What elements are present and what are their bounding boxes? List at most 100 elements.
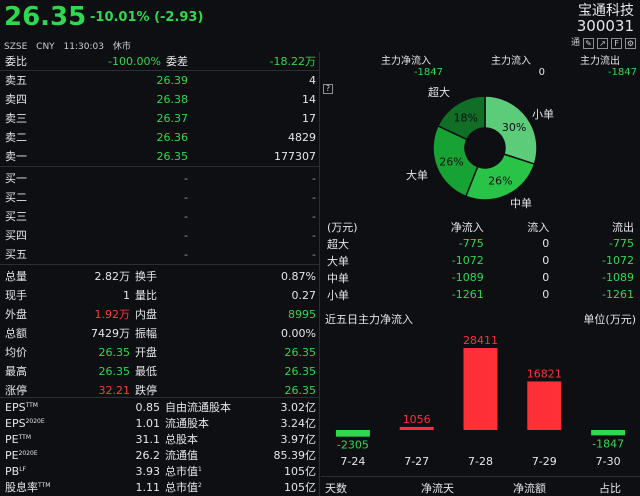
net-day-label: 净流天	[421, 482, 454, 495]
flow-cell: 大单	[327, 254, 349, 268]
flow-cell: -1261	[451, 288, 484, 301]
bid-price: -	[184, 248, 188, 261]
fundamental-value: 105亿	[284, 465, 316, 478]
flow-cell: 0	[542, 254, 550, 267]
bid-price: -	[184, 191, 188, 204]
help-icon[interactable]: ?	[323, 84, 333, 94]
bid-label: 买三	[5, 210, 27, 223]
bid-label: 买二	[5, 191, 27, 204]
fundamental-label: 自由流通股本	[165, 401, 231, 414]
f10-icon[interactable]: F	[611, 38, 622, 49]
ratio-label: 占比	[599, 482, 621, 495]
fundamental-value: 105亿	[284, 481, 316, 494]
fundamental-label: 总股本	[165, 433, 198, 446]
donut-pct-label: 18%	[453, 112, 477, 125]
fundamental-value: 31.1	[135, 433, 161, 446]
main-net-inflow-label: 主力净流入	[381, 56, 431, 67]
stat-value: 26.35	[284, 365, 317, 378]
bar-7-28	[463, 348, 498, 430]
stat-label: 量比	[135, 289, 157, 302]
ask-row[interactable]: 卖二 26.36 4829	[0, 128, 320, 147]
bar-category-label: 7-27	[404, 455, 429, 468]
stat-label: 最低	[135, 365, 157, 378]
bar-value-label: 28411	[463, 334, 498, 347]
donut-name-label: 超大	[428, 85, 450, 99]
flow-cell: 中单	[327, 271, 349, 285]
fundamental-row: PETTM 31.1 总股本 3.97亿	[0, 432, 320, 448]
bid-label: 买五	[5, 248, 27, 261]
donut-chart: 30% 小单 26% 中单 26% 大单 18%超大	[406, 85, 554, 210]
gear-icon[interactable]: ⚙	[625, 38, 636, 49]
stock-code: 300031	[576, 17, 634, 35]
stat-label: 总量	[5, 270, 27, 283]
ask-price: 26.37	[156, 112, 189, 125]
five-day-bar-chart: -2305 7-24 1056 7-27 28411 7-28 16821 7-29 -1847…	[335, 334, 626, 468]
stat-value: 32.21	[98, 384, 131, 397]
fundamental-sup: TTM	[25, 402, 38, 409]
flow-cell: -1089	[602, 271, 634, 284]
bid-price: -	[184, 229, 188, 242]
flow-header-cell: (万元)	[327, 220, 358, 234]
stat-label: 开盘	[135, 346, 157, 359]
bid-row[interactable]: 买四 - -	[0, 226, 320, 245]
tong-icon[interactable]: 通	[571, 38, 580, 49]
stat-value: 0.87%	[281, 270, 316, 283]
flow-header-row: (万元) 净流入 流入 流出	[321, 218, 640, 235]
price-change: -10.01% (-2.93)	[90, 10, 204, 25]
fundamental-value: 3.97亿	[280, 433, 317, 446]
bid-row[interactable]: 买一 - -	[0, 169, 320, 188]
ask-volume: 14	[302, 93, 316, 106]
fundamental-row: 股息率TTM 1.11 总市值2 105亿	[0, 480, 320, 496]
bid-row[interactable]: 买二 - -	[0, 188, 320, 207]
fundamental-label: EPS2020E	[5, 417, 45, 430]
donut-pct-label: 30%	[502, 121, 526, 134]
bar-category-label: 7-29	[532, 455, 557, 468]
ask-label: 卖三	[5, 112, 27, 125]
fundamental-label: 流通值	[165, 449, 198, 462]
flow-cell: -775	[609, 237, 634, 250]
main-inflow-label: 主力流入	[491, 56, 531, 67]
edit-icon[interactable]: ✎	[583, 38, 594, 49]
ask-volume: 4	[309, 74, 316, 87]
flow-cell: -1089	[451, 271, 484, 284]
export-icon[interactable]: ↗	[597, 38, 608, 49]
flow-cell: 0	[542, 271, 550, 284]
stat-label: 涨停	[5, 384, 27, 397]
flow-header-cell: 流入	[527, 220, 550, 234]
stat-row: 总量 2.82万 换手 0.87%	[0, 267, 320, 286]
flow-row: 大单 -1072 0 -1072	[321, 252, 640, 269]
fundamental-value: 85.39亿	[273, 449, 317, 462]
ask-row[interactable]: 卖一 26.35 177307	[0, 147, 320, 166]
ask-volume: 17	[302, 112, 316, 125]
weicha-value: -18.22万	[269, 55, 316, 68]
stat-row: 外盘 1.92万 内盘 8995	[0, 305, 320, 324]
bar-category-label: 7-30	[596, 455, 621, 468]
main-outflow-label: 主力流出	[580, 56, 620, 67]
bar-7-29	[527, 381, 562, 430]
ask-row[interactable]: 卖三 26.37 17	[0, 109, 320, 128]
ask-row[interactable]: 卖四 26.38 14	[0, 90, 320, 109]
bid-row[interactable]: 买五 - -	[0, 245, 320, 264]
stat-value: 8995	[288, 308, 316, 321]
stat-label: 跌停	[135, 384, 157, 397]
donut-pct-label: 26%	[488, 175, 512, 188]
days-label: 天数	[325, 482, 347, 495]
donut-name-label: 大单	[406, 168, 428, 182]
fundamental-sup: TTM	[18, 434, 31, 441]
ask-price: 26.38	[156, 93, 189, 106]
bar-7-24	[335, 430, 370, 437]
main-net-inflow-value: -1847	[413, 67, 443, 78]
flow-cell: 小单	[327, 288, 349, 302]
ask-label: 卖二	[5, 131, 27, 144]
bid-row[interactable]: 买三 - -	[0, 207, 320, 226]
ask-label: 卖一	[5, 150, 27, 163]
fundamental-sup: TTM	[38, 482, 51, 489]
stat-value: 1.92万	[94, 308, 131, 321]
fundamental-row: EPS2020E 1.01 流通股本 3.24亿	[0, 416, 320, 432]
bar-category-label: 7-24	[340, 455, 365, 468]
ask-row[interactable]: 卖五 26.39 4	[0, 71, 320, 90]
last-price: 26.35	[4, 2, 87, 32]
currency-label: CNY	[36, 42, 55, 52]
bid-volume: -	[312, 248, 316, 261]
bid-volume: -	[312, 172, 316, 185]
